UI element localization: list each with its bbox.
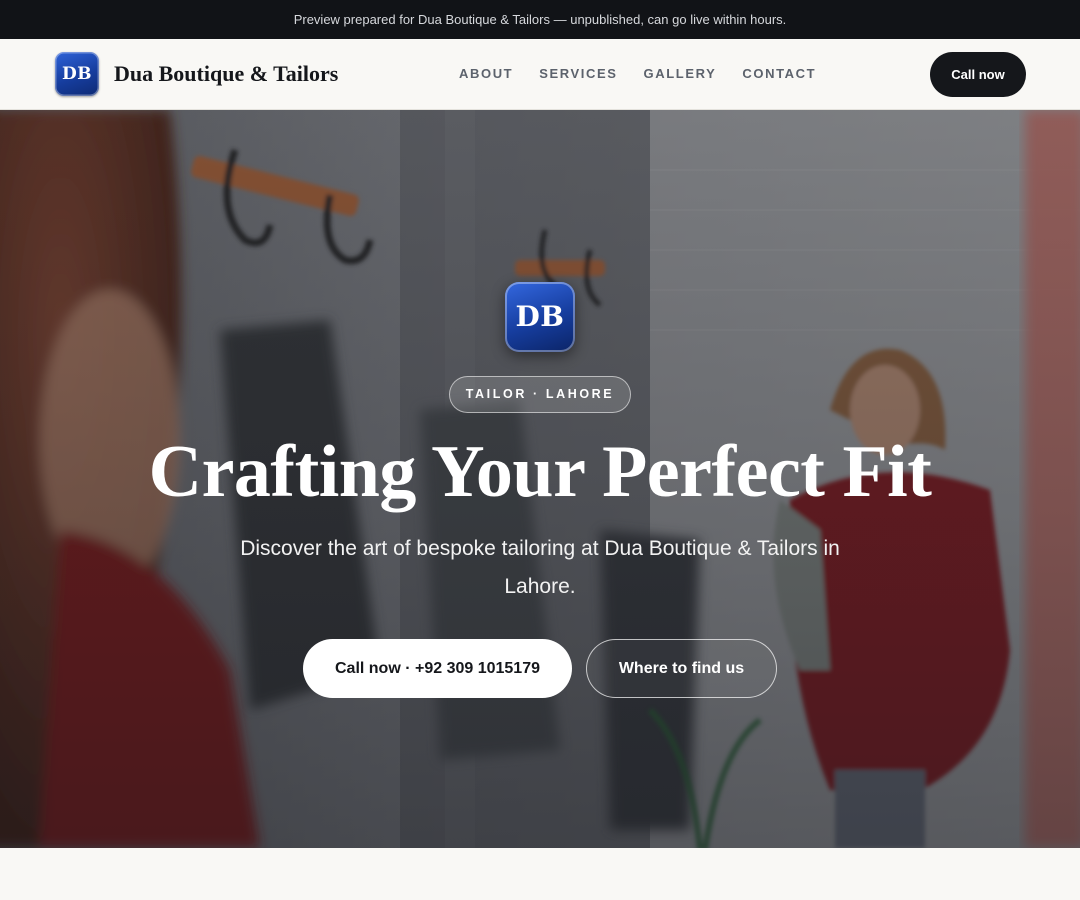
site-header: DB Dua Boutique & Tailors ABOUT SERVICES… (0, 39, 1080, 110)
category-tag: TAILOR · LAHORE (449, 376, 631, 413)
nav-link-gallery[interactable]: GALLERY (644, 66, 717, 81)
nav-link-services[interactable]: SERVICES (539, 66, 617, 81)
announcement-text: Preview prepared for Dua Boutique & Tail… (293, 12, 787, 27)
hero-content: DB TAILOR · LAHORE Crafting Your Perfect… (0, 110, 1080, 848)
nav-link-about[interactable]: ABOUT (459, 66, 513, 81)
brand-logo[interactable]: DB (55, 52, 99, 96)
hero-subtitle: Discover the art of bespoke tailoring at… (240, 537, 840, 598)
hero-logo: DB (505, 282, 575, 352)
announcement-bar: Preview prepared for Dua Boutique & Tail… (0, 0, 1080, 39)
find-us-button[interactable]: Where to find us (586, 639, 777, 698)
call-now-button[interactable]: Call now · +92 309 1015179 (303, 639, 572, 698)
nav-link-contact[interactable]: CONTACT (742, 66, 816, 81)
main-nav: ABOUT SERVICES GALLERY CONTACT (459, 66, 816, 81)
brand-name[interactable]: Dua Boutique & Tailors (114, 61, 338, 87)
hero-section: DB TAILOR · LAHORE Crafting Your Perfect… (0, 110, 1080, 848)
hero-title: Crafting Your Perfect Fit (148, 431, 932, 513)
header-call-button[interactable]: Call now (930, 52, 1026, 97)
